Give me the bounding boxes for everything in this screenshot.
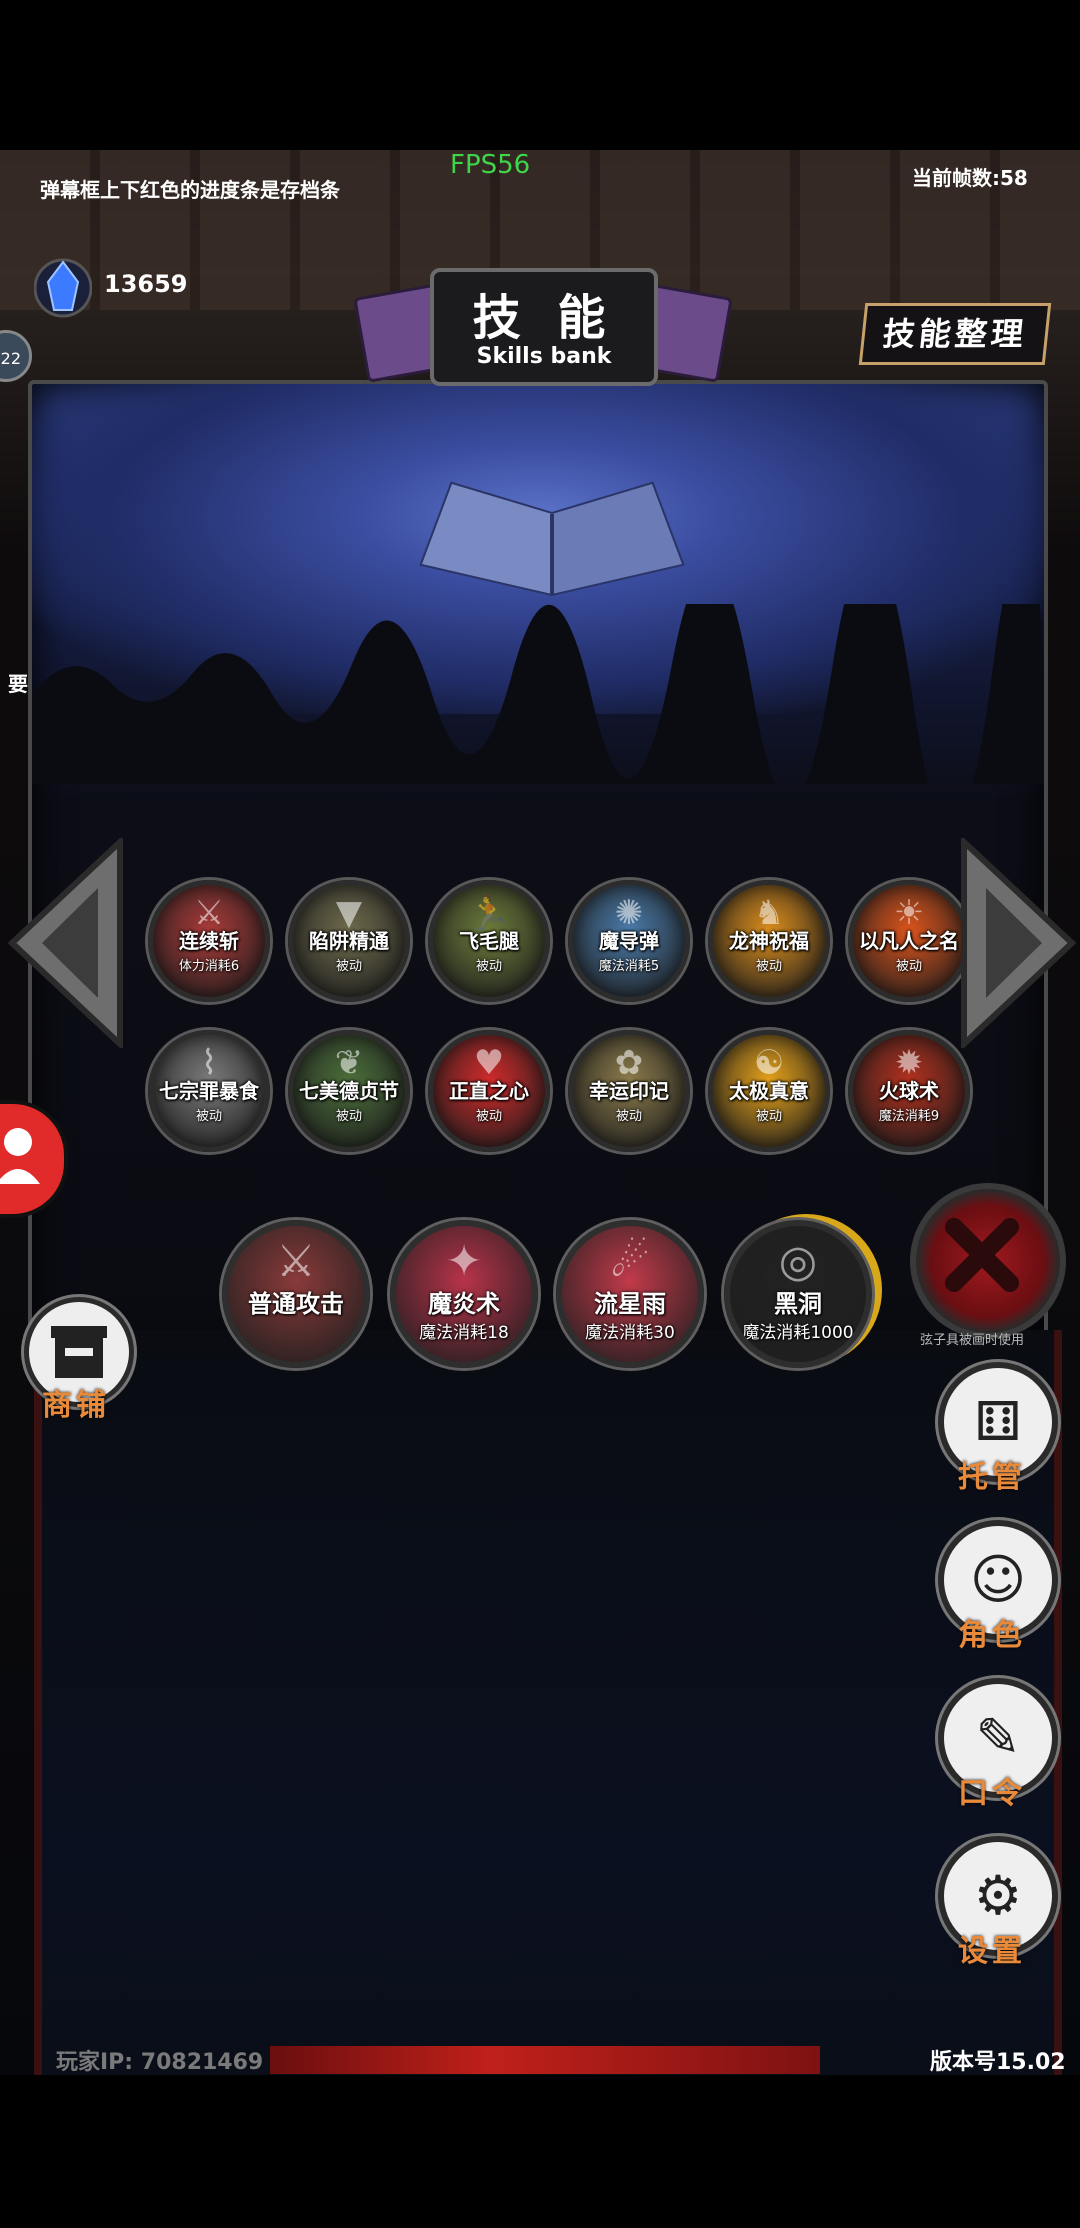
title-english: Skills bank <box>476 344 612 369</box>
skill-name: 流星雨 <box>594 1290 666 1318</box>
skill-magic-orb[interactable]: ✺ 魔导弹 魔法消耗5 <box>568 880 690 1002</box>
skill-name: 普通攻击 <box>248 1290 344 1318</box>
skill-name: 连续斩 <box>179 929 239 953</box>
battle-log-area <box>34 1330 1062 2075</box>
auto-play-label: 托管 <box>958 1460 1026 1495</box>
left-edge-text: 要 <box>8 672 28 696</box>
shop-label: 商铺 <box>42 1388 110 1423</box>
skill-sword[interactable]: ⚔ 普通攻击 <box>222 1220 370 1368</box>
skill-cost: 被动 <box>335 959 362 974</box>
black-hole-icon: ◎ <box>778 1236 818 1287</box>
skill-cost: 被动 <box>895 959 922 974</box>
skill-cost: 被动 <box>615 1109 642 1124</box>
gear-icon: ⚙ <box>973 1864 1023 1927</box>
skill-name: 七宗罪暴食 <box>159 1079 259 1103</box>
gem-count: 13659 <box>104 270 188 298</box>
save-progress-hint: 弹幕框上下红色的进度条是存档条 <box>40 178 340 202</box>
skill-cost: 被动 <box>475 1109 502 1124</box>
close-hint-text: 弦子具被画时使用 <box>920 1333 1025 1348</box>
skills-title-plate: 技 能 Skills bank <box>430 268 658 386</box>
skills-bank-panel: ⚔ 连续斩 体力消耗6 ▼ 陷阱精通 被动 🏃 飞毛腿 被动 ✺ 魔导弹 魔法消耗5 ♞ 龙神祝福… <box>28 380 1048 1348</box>
skill-human[interactable]: ☀ 以凡人之名 被动 <box>848 880 970 1002</box>
flame-icon: ✦ <box>445 1236 483 1287</box>
skill-name: 飞毛腿 <box>459 929 519 953</box>
skill-cost: 被动 <box>195 1109 222 1124</box>
skill-cost: 魔法消耗30 <box>585 1323 675 1343</box>
character-icon: ☺ <box>969 1548 1027 1611</box>
crowd-silhouette <box>32 604 1044 784</box>
previous-page-arrow-icon[interactable] <box>8 838 124 1048</box>
skill-name: 七美德贞节 <box>299 1079 399 1103</box>
skill-flame[interactable]: ✦ 魔炎术魔法消耗18 <box>390 1220 538 1368</box>
close-panel-button[interactable] <box>910 1183 1066 1339</box>
fps-counter: FPS56 <box>450 150 531 180</box>
skill-name: 火球术 <box>879 1079 939 1103</box>
password-label: 口令 <box>958 1776 1026 1811</box>
open-book-illustration <box>419 481 685 597</box>
skill-name: 以凡人之名 <box>859 929 959 953</box>
skill-dragon[interactable]: ♞ 龙神祝福 被动 <box>708 880 830 1002</box>
skill-cost: 魔法消耗1000 <box>742 1323 854 1343</box>
skill-cost: 被动 <box>475 959 502 974</box>
book-icon: ✎ <box>975 1706 1021 1769</box>
skill-cost: 体力消耗6 <box>178 959 240 974</box>
skill-shrimp[interactable]: ✿ 幸运印记 被动 <box>568 1030 690 1152</box>
skill-cost: 魔法消耗18 <box>419 1323 509 1343</box>
skill-name: 正直之心 <box>449 1079 529 1103</box>
save-progress-bar <box>270 2046 820 2074</box>
sword-icon: ⚔ <box>276 1236 316 1287</box>
character-label: 角色 <box>958 1618 1026 1653</box>
skill-name: 幸运印记 <box>589 1079 669 1103</box>
skill-cost: 被动 <box>335 1109 362 1124</box>
organize-skills-button[interactable]: 技能整理 <box>858 303 1052 365</box>
skill-trap[interactable]: ▼ 陷阱精通 被动 <box>288 880 410 1002</box>
person-icon <box>0 1128 40 1184</box>
skill-meteor[interactable]: ☄ 流星雨魔法消耗30 <box>556 1220 704 1368</box>
title-chinese: 技 能 <box>472 290 616 346</box>
skill-name: 魔导弹 <box>599 929 659 953</box>
next-page-arrow-icon[interactable] <box>960 838 1076 1048</box>
skill-black-hole[interactable]: ◎ 黑洞魔法消耗1000 <box>724 1220 872 1368</box>
skill-cost: 魔法消耗9 <box>878 1109 940 1124</box>
skill-fireball[interactable]: ✹ 火球术 魔法消耗9 <box>848 1030 970 1152</box>
skill-cost: 魔法消耗5 <box>598 959 660 974</box>
skill-name: 黑洞 <box>774 1290 822 1318</box>
skill-name: 太极真意 <box>729 1079 809 1103</box>
skill-cost: 被动 <box>755 959 782 974</box>
skill-sword[interactable]: ⚔ 连续斩 体力消耗6 <box>148 880 270 1002</box>
player-ip: 玩家IP: 70821469 <box>56 2050 264 2075</box>
left-edge-badge[interactable]: 22 <box>0 330 32 382</box>
version-number: 版本号15.02 <box>930 2050 1066 2075</box>
skill-name: 陷阱精通 <box>309 929 389 953</box>
skill-heart[interactable]: ♥ 正直之心 被动 <box>428 1030 550 1152</box>
close-icon <box>945 1218 1019 1292</box>
skill-name: 龙神祝福 <box>729 929 809 953</box>
skill-claw[interactable]: ⌇ 七宗罪暴食 被动 <box>148 1030 270 1152</box>
dice-icon: ⚅ <box>974 1390 1022 1453</box>
game-screen: FPS56 弹幕框上下红色的进度条是存档条 当前帧数:58 13659 22 要… <box>0 150 1080 2075</box>
frame-count: 当前帧数:58 <box>912 166 1028 190</box>
skill-cost: 被动 <box>755 1109 782 1124</box>
meteor-icon: ☄ <box>610 1236 650 1287</box>
skill-leaf[interactable]: ❦ 七美德贞节 被动 <box>288 1030 410 1152</box>
skill-name: 魔炎术 <box>428 1290 500 1318</box>
settings-label: 设置 <box>958 1934 1026 1969</box>
skill-taiji[interactable]: ☯ 太极真意 被动 <box>708 1030 830 1152</box>
skill-runner[interactable]: 🏃 飞毛腿 被动 <box>428 880 550 1002</box>
crystal-gem-icon <box>34 258 92 318</box>
